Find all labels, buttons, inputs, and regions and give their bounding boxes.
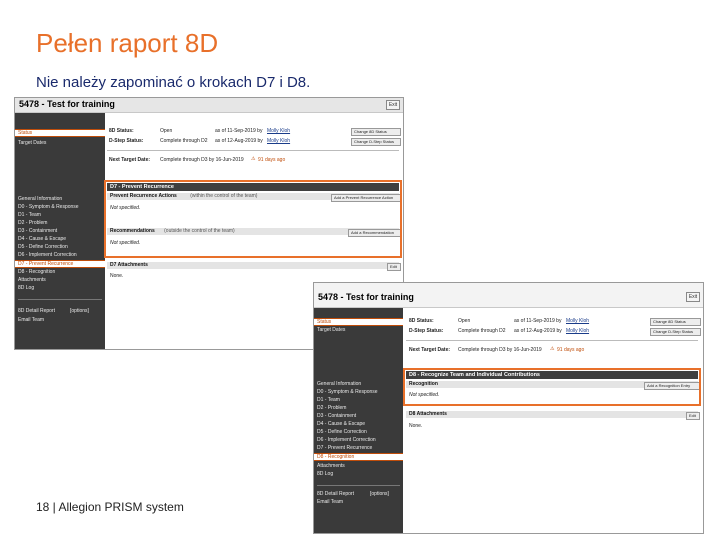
- sidebar: Status Target Dates General Information …: [15, 113, 105, 349]
- d7-attachments-edit-button[interactable]: Edit: [387, 263, 401, 271]
- user-link-8d[interactable]: Molly Kloh: [566, 318, 589, 324]
- slide-footer: 18 | Allegion PRISM system: [36, 500, 184, 514]
- slide-subtitle: Nie należy zapominać o krokach D7 i D8.: [36, 74, 311, 91]
- d8-attachments-header: D8 Attachments: [406, 411, 698, 418]
- value-dstep-status: Complete through D2: [160, 138, 208, 144]
- slide-title: Pełen raport 8D: [36, 28, 219, 58]
- sidebar-item-email-team[interactable]: Email Team: [18, 317, 44, 323]
- sidebar-item-status[interactable]: Status: [15, 129, 105, 137]
- report-title: 5478 - Test for training: [19, 99, 115, 109]
- value-next-target-date: Complete through D3 by 16-Jun-2019: [458, 347, 542, 353]
- d8-attachments-value: None.: [409, 423, 423, 429]
- sidebar-item-detail-report[interactable]: 8D Detail Report: [18, 308, 55, 314]
- sidebar-item-d3[interactable]: D3 - Containment: [317, 413, 356, 419]
- sidebar-item-d1[interactable]: D1 - Team: [18, 212, 41, 218]
- sidebar-item-d8[interactable]: D8 - Recognition: [314, 453, 403, 461]
- d8-attachments-edit-button[interactable]: Edit: [686, 412, 700, 420]
- label-dstep-status: D-Step Status:: [109, 138, 144, 144]
- sidebar-item-d3[interactable]: D3 - Containment: [18, 228, 57, 234]
- sidebar-item-d8[interactable]: D8 - Recognition: [18, 269, 55, 275]
- sidebar-item-8d-log[interactable]: 8D Log: [317, 471, 333, 477]
- label-8d-status: 8D Status:: [409, 318, 434, 324]
- sidebar-item-d4[interactable]: D4 - Cause & Escape: [18, 236, 66, 242]
- d7-attachments-value: None.: [110, 273, 124, 279]
- d7-attachments-header: D7 Attachments: [107, 262, 399, 269]
- change-8d-status-button[interactable]: Change 8D Status: [351, 128, 401, 136]
- value-dstep-status: Complete through D2: [458, 328, 506, 334]
- exit-button[interactable]: Exit: [386, 100, 400, 110]
- sidebar-item-general-information[interactable]: General Information: [317, 381, 361, 387]
- status-divider: [406, 340, 698, 341]
- sidebar-item-d5[interactable]: D5 - Define Correction: [317, 429, 367, 435]
- d8-highlight-frame: [403, 368, 701, 406]
- sidebar-item-d2[interactable]: D2 - Problem: [18, 220, 47, 226]
- window-titlebar: 5478 - Test for training Exit: [314, 283, 703, 308]
- user-link-8d[interactable]: Molly Kloh: [267, 128, 290, 134]
- sidebar-item-d1[interactable]: D1 - Team: [317, 397, 340, 403]
- sidebar-item-target-dates[interactable]: Target Dates: [317, 327, 345, 333]
- user-link-dstep[interactable]: Molly Kloh: [566, 328, 589, 334]
- asof-dstep-status: as of 12-Aug-2019 by: [514, 328, 562, 334]
- asof-8d-status: as of 11-Sep-2019 by: [215, 128, 263, 134]
- user-link-dstep[interactable]: Molly Kloh: [267, 138, 290, 144]
- value-next-target-date: Complete through D3 by 16-Jun-2019: [160, 157, 244, 163]
- sidebar-divider: [317, 485, 400, 486]
- asof-8d-status: as of 11-Sep-2019 by: [514, 318, 562, 324]
- sidebar-item-8d-log[interactable]: 8D Log: [18, 285, 34, 291]
- value-8d-status: Open: [458, 318, 471, 324]
- window-titlebar: 5478 - Test for training Exit: [15, 98, 403, 113]
- status-divider: [107, 150, 399, 151]
- asof-dstep-status: as of 12-Aug-2019 by: [215, 138, 263, 144]
- change-8d-status-button[interactable]: Change 8D Status: [650, 318, 701, 326]
- sidebar-item-attachments[interactable]: Attachments: [18, 277, 46, 283]
- sidebar-item-attachments[interactable]: Attachments: [317, 463, 345, 469]
- change-dstep-status-button[interactable]: Change D-Step Status: [650, 328, 701, 336]
- sidebar-item-detail-report[interactable]: 8D Detail Report: [317, 491, 354, 497]
- sidebar-item-d5[interactable]: D5 - Define Correction: [18, 244, 68, 250]
- label-next-target-date: Next Target Date:: [409, 347, 451, 353]
- value-8d-status: Open: [160, 128, 173, 134]
- change-dstep-status-button[interactable]: Change D-Step Status: [351, 138, 401, 146]
- overdue-text: 91 days ago: [557, 347, 585, 353]
- overdue-text: 91 days ago: [258, 157, 286, 163]
- sidebar-item-d4[interactable]: D4 - Cause & Escape: [317, 421, 365, 427]
- sidebar-item-d7[interactable]: D7 - Prevent Recurrence: [317, 445, 372, 451]
- sidebar-item-options[interactable]: [options]: [370, 491, 389, 497]
- sidebar-item-d7[interactable]: D7 - Prevent Recurrence: [15, 260, 105, 268]
- label-dstep-status: D-Step Status:: [409, 328, 444, 334]
- warning-icon: ⚠: [550, 346, 555, 352]
- d7-highlight-frame: [104, 180, 402, 258]
- sidebar-divider: [18, 299, 102, 300]
- sidebar-item-d2[interactable]: D2 - Problem: [317, 405, 346, 411]
- screenshot-d8: 5478 - Test for training Exit Status Tar…: [313, 282, 704, 534]
- sidebar: Status Target Dates General Information …: [314, 308, 403, 533]
- label-next-target-date: Next Target Date:: [109, 157, 151, 163]
- sidebar-item-d0[interactable]: D0 - Symptom & Response: [317, 389, 378, 395]
- sidebar-item-email-team[interactable]: Email Team: [317, 499, 343, 505]
- exit-button[interactable]: Exit: [686, 292, 700, 302]
- label-8d-status: 8D Status:: [109, 128, 134, 134]
- warning-icon: ⚠: [251, 156, 256, 162]
- sidebar-item-options[interactable]: [options]: [70, 308, 89, 314]
- sidebar-item-d6[interactable]: D6 - Implement Correction: [317, 437, 376, 443]
- sidebar-item-status[interactable]: Status: [314, 318, 403, 326]
- sidebar-item-target-dates[interactable]: Target Dates: [18, 140, 46, 146]
- sidebar-item-d0[interactable]: D0 - Symptom & Response: [18, 204, 79, 210]
- sidebar-item-d6[interactable]: D6 - Implement Correction: [18, 252, 77, 258]
- sidebar-item-general-information[interactable]: General Information: [18, 196, 62, 202]
- report-title: 5478 - Test for training: [318, 292, 414, 302]
